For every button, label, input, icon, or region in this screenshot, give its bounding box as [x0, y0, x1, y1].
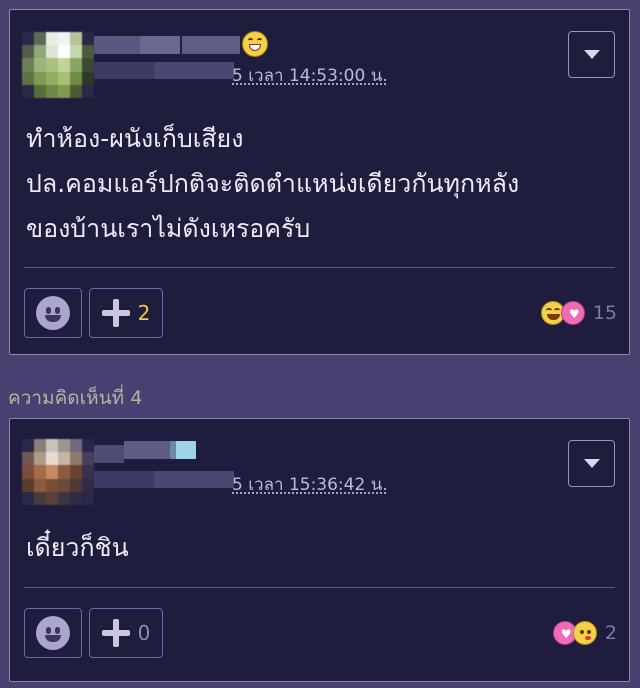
reaction-count: 15	[592, 302, 617, 324]
comment-body: ทำห้อง-ผนังเก็บเสียง ปล.คอมแอร์ปกติจะติด…	[26, 116, 519, 251]
divider	[24, 587, 615, 588]
emotion-button[interactable]	[24, 288, 82, 338]
comment-number-label: ความคิดเห็นที่ 4	[8, 387, 143, 409]
plus-icon	[101, 619, 130, 647]
reaction-summary[interactable]: ♥ 2	[552, 621, 617, 645]
chevron-down-icon	[583, 50, 600, 59]
plus-vote-button[interactable]: 2	[89, 288, 163, 338]
smile-icon	[36, 616, 70, 650]
chevron-down-icon	[583, 459, 600, 468]
comment-line: เดี๋ยวก็ชิน	[26, 533, 129, 562]
comment-card: 5 เวลา 14:53:00 น. ทำห้อง-ผนังเก็บเสียง …	[9, 9, 630, 355]
comment-options-button[interactable]	[568, 31, 615, 78]
comment-card: 5 เวลา 15:36:42 น. เดี๋ยวก็ชิน 0 ♥ 2	[9, 418, 630, 682]
comment-body: เดี๋ยวก็ชิน	[26, 525, 129, 570]
reaction-summary[interactable]: ♥ 15	[540, 301, 617, 325]
comment-line: ปล.คอมแอร์ปกติจะติดตำแหน่งเดียวกันทุกหลั…	[26, 169, 520, 198]
kiss-emoji-icon	[572, 621, 597, 645]
comment-line: ของบ้านเราไม่ดังเหรอครับ	[26, 214, 311, 243]
smile-icon	[36, 296, 70, 330]
comment-timestamp[interactable]: 5 เวลา 14:53:00 น.	[232, 62, 388, 89]
plus-vote-button[interactable]: 0	[89, 608, 163, 658]
comment-line: ทำห้อง-ผนังเก็บเสียง	[26, 124, 244, 153]
plus-icon	[101, 299, 130, 327]
plus-count: 2	[137, 301, 151, 325]
plus-count: 0	[137, 621, 151, 645]
laugh-icon	[242, 31, 268, 57]
emotion-button[interactable]	[24, 608, 82, 658]
comment-options-button[interactable]	[568, 440, 615, 487]
avatar[interactable]	[22, 439, 94, 505]
reaction-count: 2	[604, 622, 617, 644]
love-emoji-icon: ♥	[560, 301, 585, 325]
comment-timestamp[interactable]: 5 เวลา 15:36:42 น.	[232, 471, 388, 498]
avatar[interactable]	[22, 32, 94, 98]
divider	[24, 267, 615, 268]
